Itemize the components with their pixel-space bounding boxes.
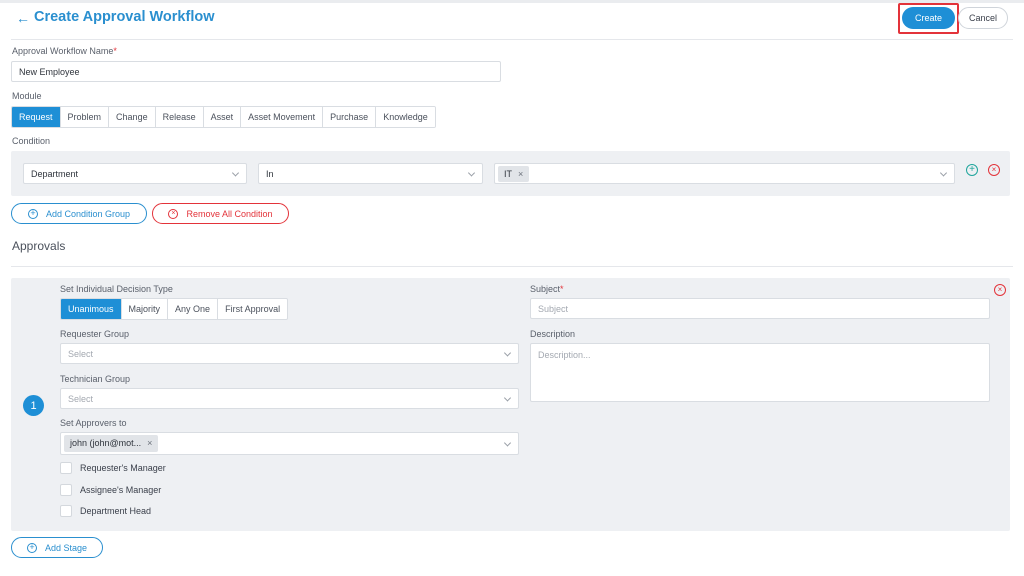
approvals-divider bbox=[11, 266, 1013, 267]
assignees-manager-option[interactable]: Assignee's Manager bbox=[60, 484, 161, 496]
approver-chip-label: john (john@mot... bbox=[70, 438, 142, 448]
tab-any-one[interactable]: Any One bbox=[168, 299, 219, 319]
workflow-name-input[interactable]: New Employee bbox=[11, 61, 501, 82]
add-stage-label: Add Stage bbox=[44, 542, 88, 553]
checkbox-label: Assignee's Manager bbox=[80, 485, 162, 495]
add-condition-group-button[interactable]: + Add Condition Group bbox=[11, 203, 147, 224]
add-stage-button[interactable]: + Add Stage bbox=[11, 537, 103, 558]
description-label: Description bbox=[530, 329, 576, 339]
cancel-button[interactable]: Cancel bbox=[958, 7, 1008, 29]
chevron-down-icon bbox=[467, 168, 476, 177]
checkbox[interactable] bbox=[60, 462, 72, 474]
tab-purchase[interactable]: Purchase bbox=[323, 107, 377, 127]
approver-chip: john (john@mot... × bbox=[64, 435, 159, 452]
x-circle-icon: × bbox=[168, 208, 179, 219]
workflow-name-value: New Employee bbox=[19, 66, 80, 77]
tab-unanimous[interactable]: Unanimous bbox=[61, 299, 122, 319]
remove-all-condition-label: Remove All Condition bbox=[186, 208, 273, 219]
tab-asset-movement[interactable]: Asset Movement bbox=[241, 107, 324, 127]
condition-chip-label: IT bbox=[504, 169, 512, 179]
tab-first-approval[interactable]: First Approval bbox=[218, 299, 288, 319]
chevron-down-icon bbox=[939, 168, 948, 177]
chevron-down-icon bbox=[503, 438, 512, 447]
condition-operator-value: In bbox=[266, 168, 274, 179]
chip-remove-icon[interactable]: × bbox=[518, 166, 523, 182]
header-divider bbox=[11, 39, 1013, 40]
checkbox-label: Department Head bbox=[80, 506, 152, 516]
tab-majority[interactable]: Majority bbox=[121, 299, 169, 319]
decision-type-label: Set Individual Decision Type bbox=[60, 284, 173, 294]
description-textarea[interactable]: Description... bbox=[530, 343, 990, 402]
module-tabs: Request Problem Change Release Asset Ass… bbox=[11, 106, 436, 128]
remove-stage-icon[interactable]: × bbox=[994, 284, 1006, 296]
decision-type-tabs: Unanimous Majority Any One First Approva… bbox=[60, 298, 289, 320]
tab-knowledge[interactable]: Knowledge bbox=[376, 107, 435, 127]
stage-number-badge: 1 bbox=[23, 395, 44, 416]
remove-all-condition-button[interactable]: × Remove All Condition bbox=[152, 203, 289, 224]
plus-circle-icon: + bbox=[26, 542, 37, 553]
tab-problem[interactable]: Problem bbox=[60, 107, 110, 127]
tab-change[interactable]: Change bbox=[109, 107, 156, 127]
module-label: Module bbox=[12, 91, 42, 101]
chevron-down-icon bbox=[503, 393, 512, 402]
approvals-section-title: Approvals bbox=[12, 239, 66, 253]
top-border bbox=[0, 0, 1024, 3]
chip-remove-icon[interactable]: × bbox=[147, 435, 152, 452]
technician-group-select[interactable]: Select bbox=[60, 388, 519, 409]
condition-value-select[interactable] bbox=[494, 163, 955, 184]
tab-release[interactable]: Release bbox=[155, 107, 204, 127]
requester-group-label: Requester Group bbox=[60, 329, 130, 339]
add-condition-icon[interactable]: + bbox=[966, 164, 978, 176]
workflow-name-label-text: Approval Workflow Name bbox=[12, 46, 114, 56]
requesters-manager-option[interactable]: Requester's Manager bbox=[60, 462, 166, 474]
condition-field-select[interactable]: Department bbox=[23, 163, 247, 184]
tab-request[interactable]: Request bbox=[12, 107, 61, 127]
checkbox[interactable] bbox=[60, 484, 72, 496]
plus-circle-icon: + bbox=[27, 208, 38, 219]
subject-input[interactable]: Subject bbox=[530, 298, 990, 319]
condition-operator-select[interactable]: In bbox=[258, 163, 483, 184]
page-title: Create Approval Workflow bbox=[34, 9, 215, 25]
subject-label-text: Subject bbox=[530, 284, 561, 294]
requester-group-select[interactable]: Select bbox=[60, 343, 519, 364]
required-marker: * bbox=[560, 284, 564, 294]
remove-condition-icon[interactable]: × bbox=[988, 164, 1000, 176]
add-condition-group-label: Add Condition Group bbox=[45, 208, 131, 219]
create-button[interactable]: Create bbox=[902, 7, 955, 29]
checkbox[interactable] bbox=[60, 505, 72, 517]
description-placeholder: Description... bbox=[538, 350, 591, 360]
set-approvers-label: Set Approvers to bbox=[60, 418, 127, 428]
chevron-down-icon bbox=[231, 168, 240, 177]
required-marker: * bbox=[113, 46, 117, 56]
technician-group-placeholder: Select bbox=[68, 393, 94, 404]
condition-value-chip: IT × bbox=[498, 166, 530, 182]
subject-placeholder: Subject bbox=[538, 303, 569, 314]
requester-group-placeholder: Select bbox=[68, 348, 94, 359]
department-head-option[interactable]: Department Head bbox=[60, 505, 151, 517]
technician-group-label: Technician Group bbox=[60, 374, 131, 384]
tab-asset[interactable]: Asset bbox=[203, 107, 242, 127]
arrow-left-icon[interactable]: ← bbox=[16, 10, 30, 26]
checkbox-label: Requester's Manager bbox=[80, 463, 166, 473]
condition-label: Condition bbox=[12, 136, 51, 146]
subject-label: Subject* bbox=[530, 284, 564, 294]
chevron-down-icon bbox=[503, 348, 512, 357]
workflow-name-label: Approval Workflow Name* bbox=[12, 46, 117, 56]
condition-field-value: Department bbox=[31, 168, 79, 179]
